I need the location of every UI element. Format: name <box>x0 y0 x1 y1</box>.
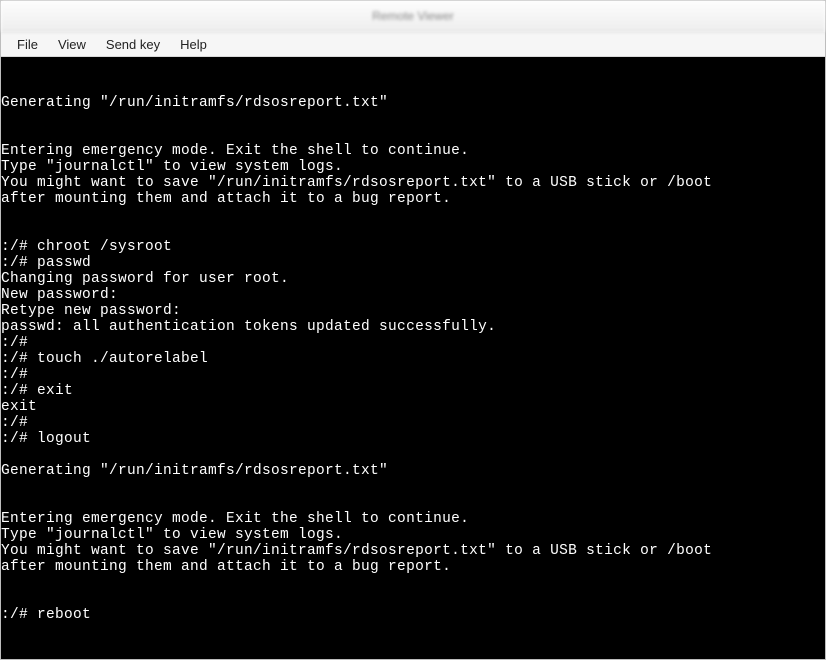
terminal-line <box>1 127 825 143</box>
terminal-line: Entering emergency mode. Exit the shell … <box>1 143 825 159</box>
terminal-line: Retype new password: <box>1 303 825 319</box>
terminal-line: after mounting them and attach it to a b… <box>1 191 825 207</box>
terminal-output[interactable]: Generating "/run/initramfs/rdsosreport.t… <box>1 57 825 659</box>
terminal-line: Changing password for user root. <box>1 271 825 287</box>
menu-file[interactable]: File <box>7 35 48 54</box>
menu-help[interactable]: Help <box>170 35 217 54</box>
terminal-line <box>1 575 825 591</box>
app-window: Remote Viewer File View Send key Help Ge… <box>0 0 826 660</box>
terminal-line: after mounting them and attach it to a b… <box>1 559 825 575</box>
terminal-line: :/# passwd <box>1 255 825 271</box>
terminal-line: Type "journalctl" to view system logs. <box>1 159 825 175</box>
terminal-line: Type "journalctl" to view system logs. <box>1 527 825 543</box>
terminal-line <box>1 495 825 511</box>
terminal-line: exit <box>1 399 825 415</box>
window-titlebar: Remote Viewer <box>1 1 825 32</box>
terminal-line: You might want to save "/run/initramfs/r… <box>1 175 825 191</box>
terminal-line <box>1 79 825 95</box>
terminal-line: :/# <box>1 335 825 351</box>
terminal-line <box>1 207 825 223</box>
terminal-line: :/# touch ./autorelabel <box>1 351 825 367</box>
terminal-line <box>1 591 825 607</box>
terminal-line: New password: <box>1 287 825 303</box>
menu-sendkey[interactable]: Send key <box>96 35 170 54</box>
terminal-line: :/# logout <box>1 431 825 447</box>
terminal-line: :/# chroot /sysroot <box>1 239 825 255</box>
terminal-line: :/# <box>1 415 825 431</box>
terminal-line <box>1 111 825 127</box>
window-title: Remote Viewer <box>372 9 454 23</box>
menubar: File View Send key Help <box>1 32 825 57</box>
terminal-line: Generating "/run/initramfs/rdsosreport.t… <box>1 463 825 479</box>
terminal-line <box>1 479 825 495</box>
terminal-line: You might want to save "/run/initramfs/r… <box>1 543 825 559</box>
terminal-line <box>1 447 825 463</box>
terminal-line: Entering emergency mode. Exit the shell … <box>1 511 825 527</box>
terminal-line: :/# reboot <box>1 607 825 623</box>
terminal-line: Generating "/run/initramfs/rdsosreport.t… <box>1 95 825 111</box>
terminal-line <box>1 223 825 239</box>
terminal-line: :/# exit <box>1 383 825 399</box>
terminal-line: :/# <box>1 367 825 383</box>
terminal-line: passwd: all authentication tokens update… <box>1 319 825 335</box>
menu-view[interactable]: View <box>48 35 96 54</box>
